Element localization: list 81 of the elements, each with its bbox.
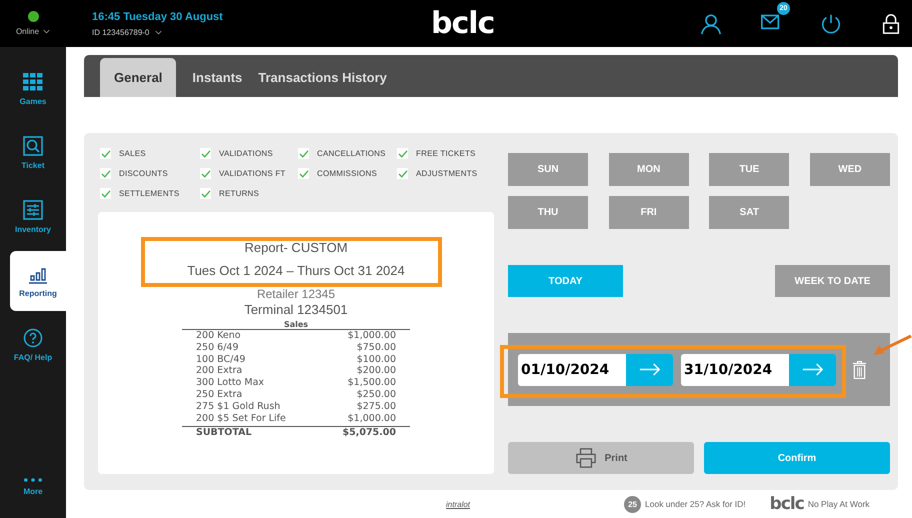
arrow-icon <box>802 363 824 376</box>
section-heading: Sales <box>182 320 410 330</box>
age-badge: 25 <box>624 496 642 512</box>
sale-item: 275 $1 Gold Rush <box>196 400 280 413</box>
sale-amount: $275.00 <box>356 400 396 413</box>
tab[interactable]: Transactions History <box>258 58 403 97</box>
help-icon <box>23 328 43 348</box>
slogan: No Play At Work <box>808 499 870 509</box>
to-date-field[interactable]: 31/10/2024 <box>681 354 789 386</box>
filter-label: SALES <box>119 149 146 158</box>
sale-item: 100 BC/49 <box>196 354 246 366</box>
filter-label: COMMISSIONS <box>317 169 377 178</box>
go-button[interactable] <box>626 354 673 386</box>
vendor-name: intralot <box>446 500 470 508</box>
sale-amount: $1,000.00 <box>348 412 396 424</box>
annotation-arrow <box>872 334 912 358</box>
terminal-number: Terminal 1234501 <box>244 302 348 317</box>
sale-amount: $1,500.00 <box>348 377 396 389</box>
sliders-icon <box>23 200 43 220</box>
tab[interactable]: General <box>100 58 176 97</box>
checkbox[interactable] <box>298 148 309 159</box>
subtotal-label: SUBTOTAL <box>196 427 252 440</box>
terminal-id-dropdown[interactable]: ID 123456789-0 <box>92 28 223 36</box>
age-notice: Look under 25? Ask for ID! <box>645 499 746 509</box>
printer-icon <box>574 448 597 468</box>
date-time: 16:45 Tuesday 30 August <box>92 10 223 22</box>
sale-amount: $200.00 <box>356 365 396 378</box>
checkbox[interactable] <box>200 188 211 199</box>
more-button[interactable]: More <box>10 464 66 510</box>
sale-item: 250 Extra <box>196 388 242 401</box>
print-button[interactable]: Print <box>508 442 694 474</box>
sale-amount: $750.00 <box>356 342 396 354</box>
trash-icon[interactable] <box>852 360 867 380</box>
filter-label: RETURNS <box>219 189 260 198</box>
checkbox[interactable] <box>200 168 211 179</box>
checkbox[interactable] <box>100 188 111 199</box>
sale-amount: $1,000.00 <box>348 330 396 342</box>
arrow-icon <box>638 363 660 376</box>
sale-item: 200 Extra <box>196 365 242 378</box>
sidebar-item[interactable]: Ticket <box>10 123 66 183</box>
checkbox[interactable] <box>298 168 309 179</box>
checkbox[interactable] <box>100 148 111 159</box>
sidebar-item[interactable]: Inventory <box>10 187 66 247</box>
filter-label: CANCELLATIONS <box>317 149 386 158</box>
filter-label: ADJUSTMENTS <box>416 169 478 178</box>
footer-logo: bclc <box>770 494 804 514</box>
checkbox[interactable] <box>397 148 408 159</box>
filter-label: SETTLEMENTS <box>119 189 180 198</box>
filter-label: VALIDATIONS FT <box>219 169 286 178</box>
checkbox[interactable] <box>397 168 408 179</box>
sale-item: 250 6/49 <box>196 342 238 354</box>
subtotal-amount: $5,075.00 <box>342 427 396 440</box>
sale-amount: $100.00 <box>356 354 396 366</box>
search-icon <box>23 136 43 156</box>
filter-label: DISCOUNTS <box>119 169 168 178</box>
power-icon[interactable] <box>820 12 842 34</box>
user-icon[interactable] <box>700 12 722 34</box>
from-date-field[interactable]: 01/10/2024 <box>518 354 626 386</box>
report-period: Tues Oct 1 2024 – Thurs Oct 31 2024 <box>187 263 405 278</box>
filter-label: VALIDATIONS <box>219 149 273 158</box>
status-dropdown[interactable]: Online <box>16 27 50 36</box>
caret-icon <box>155 30 162 34</box>
grid-icon <box>23 72 43 92</box>
logo: bclc <box>431 6 494 41</box>
checkbox[interactable] <box>200 148 211 159</box>
go-button[interactable] <box>789 354 836 386</box>
report-title: Report- CUSTOM <box>244 240 348 255</box>
sale-item: 200 $5 Set For Life <box>196 412 286 424</box>
sale-amount: $250.00 <box>356 388 396 401</box>
sidebar-item[interactable]: Reporting <box>10 251 66 311</box>
tab[interactable]: Instants <box>192 58 258 97</box>
sale-item: 300 Lotto Max <box>196 377 264 389</box>
sidebar-item[interactable]: FAQ/ Help <box>10 315 66 375</box>
filter-label: FREE TICKETS <box>416 149 476 158</box>
retailer-number: Retailer 12345 <box>256 287 336 301</box>
lock-icon[interactable] <box>880 12 902 34</box>
more-icon <box>24 478 42 482</box>
sidebar-item[interactable]: Games <box>10 59 66 119</box>
checkbox[interactable] <box>100 168 111 179</box>
sale-item: 200 Keno <box>196 330 241 342</box>
caret-icon <box>43 29 50 34</box>
